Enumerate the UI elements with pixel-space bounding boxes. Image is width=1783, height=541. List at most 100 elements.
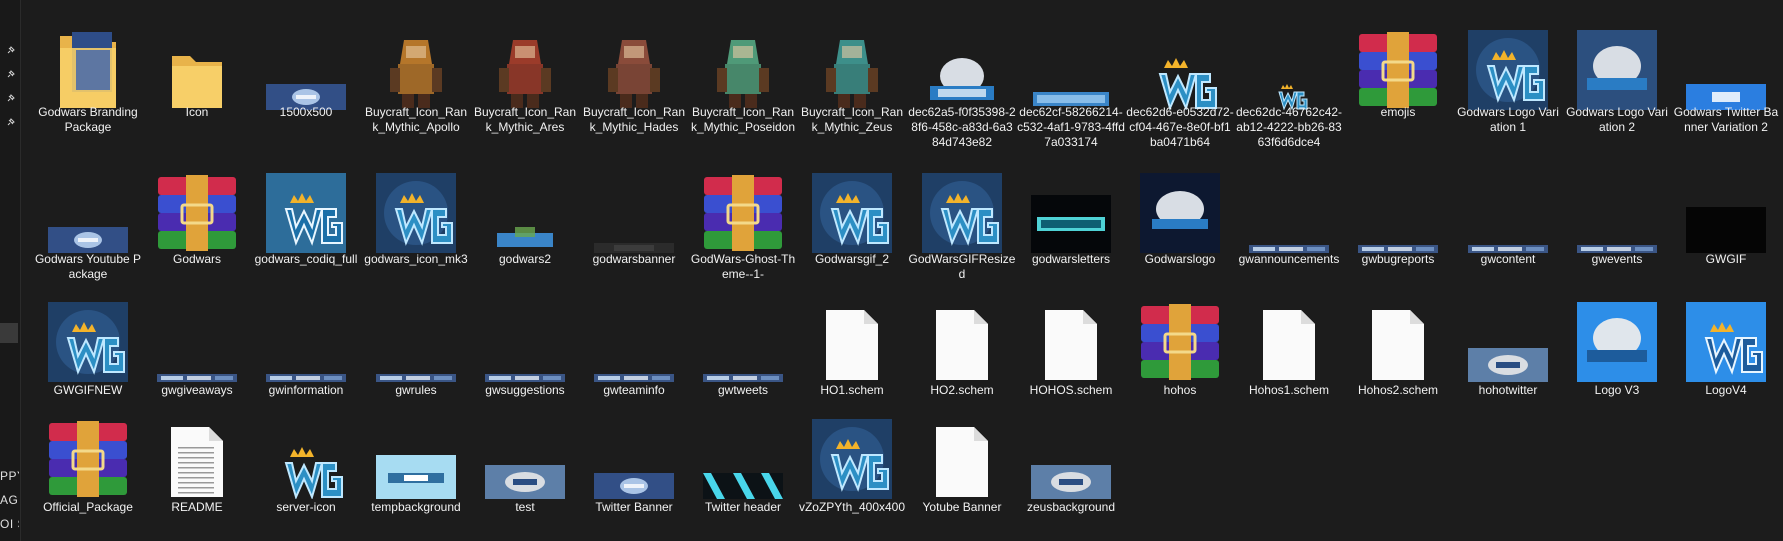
archive-icon bbox=[1126, 290, 1234, 382]
image-thumbnail bbox=[1126, 10, 1234, 110]
image-thumbnail bbox=[580, 157, 688, 253]
file-name-label: hohos bbox=[1163, 383, 1197, 397]
file-name-label: Buycraft_Icon_Rank_Mythic_Ares bbox=[473, 105, 577, 134]
file-name-label: Official_Package bbox=[43, 500, 133, 514]
pin-icon bbox=[6, 118, 15, 127]
file-name-label: dec62dc-46762c42-ab12-4222-bb26-8363f6d6… bbox=[1235, 105, 1343, 149]
file-name-label: dec62d6-e0532d72-cf04-467e-8e0f-bf1ba047… bbox=[1126, 105, 1234, 149]
file-icon bbox=[798, 290, 906, 382]
image-thumbnail bbox=[580, 10, 688, 110]
file-icon bbox=[1017, 290, 1125, 382]
file-name-label: 1500x500 bbox=[279, 105, 333, 119]
folder-icon bbox=[143, 10, 251, 110]
image-thumbnail bbox=[252, 407, 360, 499]
file-name-label: dec62cf-58266214-c532-4af1-9783-4ffd7a03… bbox=[1017, 105, 1125, 149]
file-name-label: emojis bbox=[1380, 105, 1416, 119]
image-thumbnail bbox=[908, 10, 1016, 110]
file-name-label: Godwars Branding Package bbox=[38, 105, 138, 134]
file-name-label: tempbackground bbox=[371, 500, 461, 514]
file-name-label: Logo V3 bbox=[1594, 383, 1640, 397]
file-name-label: godwarsletters bbox=[1031, 252, 1111, 266]
file-name-label: GodWars-Ghost-Theme--1- bbox=[690, 252, 796, 281]
file-name-label: gwevents bbox=[1591, 252, 1643, 266]
image-thumbnail bbox=[252, 10, 360, 110]
pin-icon bbox=[6, 70, 15, 79]
image-thumbnail bbox=[908, 157, 1016, 253]
file-name-label: godwars2 bbox=[498, 252, 552, 266]
image-thumbnail bbox=[252, 157, 360, 253]
file-name-label: dec62a5-f0f35398-28f6-458c-a83d-6a384d74… bbox=[908, 105, 1016, 149]
image-thumbnail bbox=[1235, 10, 1343, 110]
image-thumbnail bbox=[689, 407, 797, 499]
file-name-label: gwgiveaways bbox=[161, 383, 233, 397]
image-thumbnail bbox=[34, 290, 142, 382]
image-thumbnail bbox=[1563, 10, 1671, 110]
image-thumbnail bbox=[1126, 157, 1234, 253]
image-thumbnail bbox=[1017, 10, 1125, 110]
file-name-label: LogoV4 bbox=[1705, 383, 1747, 397]
file-name-label: Godwars Youtube Package bbox=[34, 252, 142, 281]
file-name-label: GodWarsGIFResized bbox=[908, 252, 1016, 281]
file-name-label: Yotube Banner bbox=[922, 500, 1002, 514]
image-thumbnail bbox=[1672, 290, 1780, 382]
image-thumbnail bbox=[580, 290, 688, 382]
file-name-label: gwinformation bbox=[268, 383, 344, 397]
file-name-label: gwannouncements bbox=[1238, 252, 1340, 266]
image-thumbnail bbox=[1454, 10, 1562, 110]
file-name-label: README bbox=[171, 500, 223, 514]
file-name-label: test bbox=[515, 500, 535, 514]
file-name-label: vZoZPYth_400x400 bbox=[798, 500, 906, 514]
navigation-pane[interactable]: PPY AGE I OI S bbox=[0, 0, 21, 541]
file-name-label: Godwarsgif_2 bbox=[814, 252, 890, 266]
file-name-label: godwars_codiq_full bbox=[254, 252, 358, 266]
archive-icon bbox=[143, 157, 251, 253]
file-name-label: gwtweets bbox=[717, 383, 769, 397]
nav-item-label[interactable]: PPY bbox=[0, 469, 19, 483]
nav-item-label[interactable]: AGE I bbox=[0, 493, 19, 507]
file-icon bbox=[143, 407, 251, 499]
file-name-label: hohotwitter bbox=[1478, 383, 1538, 397]
file-icon bbox=[1344, 290, 1452, 382]
image-thumbnail bbox=[1672, 157, 1780, 253]
nav-item-label[interactable]: OI S bbox=[0, 517, 19, 531]
file-name-label: gwsuggestions bbox=[485, 383, 565, 397]
archive-icon bbox=[689, 157, 797, 253]
image-thumbnail bbox=[1235, 157, 1343, 253]
pin-icon bbox=[6, 46, 15, 55]
image-thumbnail bbox=[689, 10, 797, 110]
image-thumbnail bbox=[471, 407, 579, 499]
file-name-label: Twitter header bbox=[704, 500, 782, 514]
image-thumbnail bbox=[1672, 10, 1780, 110]
file-name-label: HO2.schem bbox=[930, 383, 994, 397]
file-name-label: Buycraft_Icon_Rank_Mythic_Poseidon bbox=[690, 105, 796, 134]
nav-selected-item[interactable] bbox=[0, 323, 18, 343]
file-name-label: Hohos2.schem bbox=[1357, 383, 1439, 397]
image-thumbnail bbox=[1017, 407, 1125, 499]
image-thumbnail bbox=[143, 290, 251, 382]
file-name-label: Buycraft_Icon_Rank_Mythic_Hades bbox=[582, 105, 686, 134]
image-thumbnail bbox=[798, 10, 906, 110]
file-icon bbox=[908, 407, 1016, 499]
image-thumbnail bbox=[1563, 157, 1671, 253]
file-name-label: gwcontent bbox=[1480, 252, 1536, 266]
image-thumbnail bbox=[689, 290, 797, 382]
file-name-label: Godwars Twitter Banner Variation 2 bbox=[1673, 105, 1779, 134]
file-name-label: HOHOS.schem bbox=[1029, 383, 1113, 397]
image-thumbnail bbox=[34, 157, 142, 253]
file-grid[interactable]: Godwars Branding Package Icon 1500x500 Buyc… bbox=[22, 0, 1783, 541]
image-thumbnail bbox=[471, 157, 579, 253]
file-name-label: Godwars Logo Variation 2 bbox=[1566, 105, 1668, 134]
file-name-label: gwrules bbox=[395, 383, 437, 397]
file-name-label: GWGIF bbox=[1705, 252, 1747, 266]
file-name-label: GWGIFNEW bbox=[53, 383, 123, 397]
file-name-label: godwars_icon_mk3 bbox=[364, 252, 468, 266]
image-thumbnail bbox=[252, 290, 360, 382]
image-thumbnail bbox=[362, 10, 470, 110]
archive-icon bbox=[1344, 10, 1452, 110]
image-thumbnail bbox=[1563, 290, 1671, 382]
file-name-label: zeusbackground bbox=[1026, 500, 1116, 514]
file-name-label: Godwars bbox=[172, 252, 222, 266]
image-thumbnail bbox=[471, 10, 579, 110]
image-thumbnail bbox=[362, 407, 470, 499]
image-thumbnail bbox=[1454, 290, 1562, 382]
